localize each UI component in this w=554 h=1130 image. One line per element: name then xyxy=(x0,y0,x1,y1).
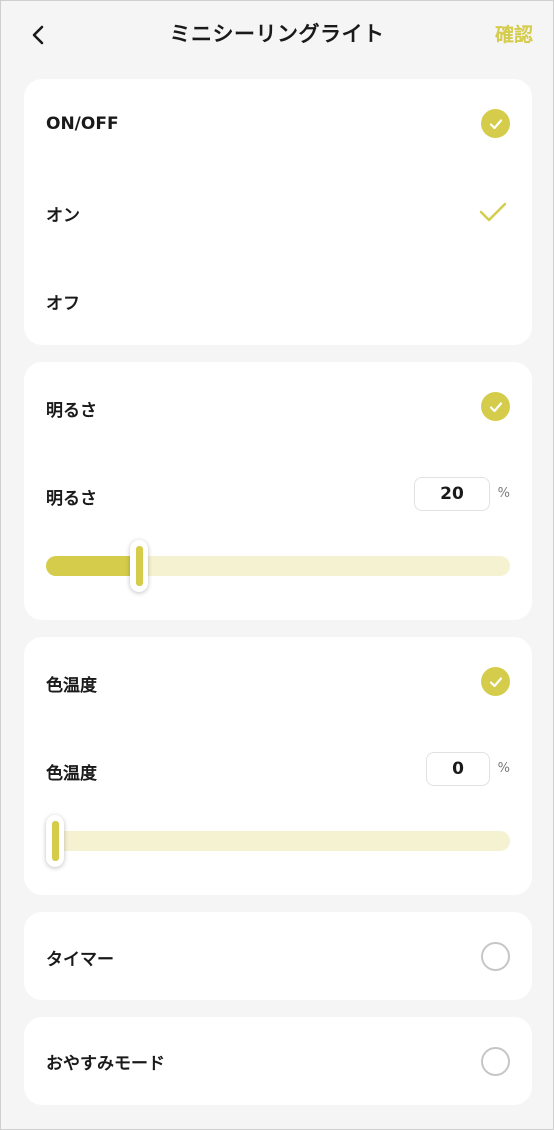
timer-card[interactable]: タイマー xyxy=(24,912,532,1000)
brightness-label: 明るさ xyxy=(46,489,97,509)
color-temperature-checked-icon[interactable] xyxy=(481,667,510,696)
sleep-mode-label: おやすみモード xyxy=(46,1054,165,1074)
power-option-off[interactable]: オフ xyxy=(46,289,80,314)
color-temperature-card: 色温度 色温度 0 % xyxy=(24,637,532,895)
brightness-value-input[interactable]: 20 xyxy=(414,477,490,511)
color-temperature-slider-thumb[interactable] xyxy=(46,815,64,867)
brightness-unit: % xyxy=(497,486,510,501)
color-temperature-section-title: 色温度 xyxy=(46,676,97,696)
slider-thumb-bar xyxy=(135,546,143,586)
timer-radio-icon[interactable] xyxy=(481,942,510,971)
color-temperature-label: 色温度 xyxy=(46,764,97,784)
header-bar: ミニシーリングライト 確認 xyxy=(1,1,553,67)
slider-thumb-bar xyxy=(51,821,59,861)
brightness-slider-track[interactable] xyxy=(46,540,510,592)
sleep-mode-card[interactable]: おやすみモード xyxy=(24,1017,532,1105)
color-temperature-slider-track[interactable] xyxy=(46,815,510,867)
brightness-section-title: 明るさ xyxy=(46,401,97,421)
power-checked-icon[interactable] xyxy=(481,109,510,138)
page-title: ミニシーリングライト xyxy=(169,22,385,46)
brightness-slider-fill xyxy=(46,556,139,576)
brightness-slider-thumb[interactable] xyxy=(130,540,148,592)
brightness-checked-icon[interactable] xyxy=(481,392,510,421)
sleep-mode-radio-icon[interactable] xyxy=(481,1047,510,1076)
power-section-title: ON/OFF xyxy=(46,114,119,134)
color-temperature-value-input[interactable]: 0 xyxy=(426,752,490,786)
color-temperature-unit: % xyxy=(497,761,510,776)
power-option-on[interactable]: オン xyxy=(46,201,80,226)
checkmark-icon[interactable] xyxy=(478,200,508,224)
brightness-card: 明るさ 明るさ 20 % xyxy=(24,362,532,620)
timer-label: タイマー xyxy=(46,950,114,970)
power-card: ON/OFF オン オフ xyxy=(24,79,532,345)
confirm-button[interactable]: 確認 xyxy=(495,20,533,47)
